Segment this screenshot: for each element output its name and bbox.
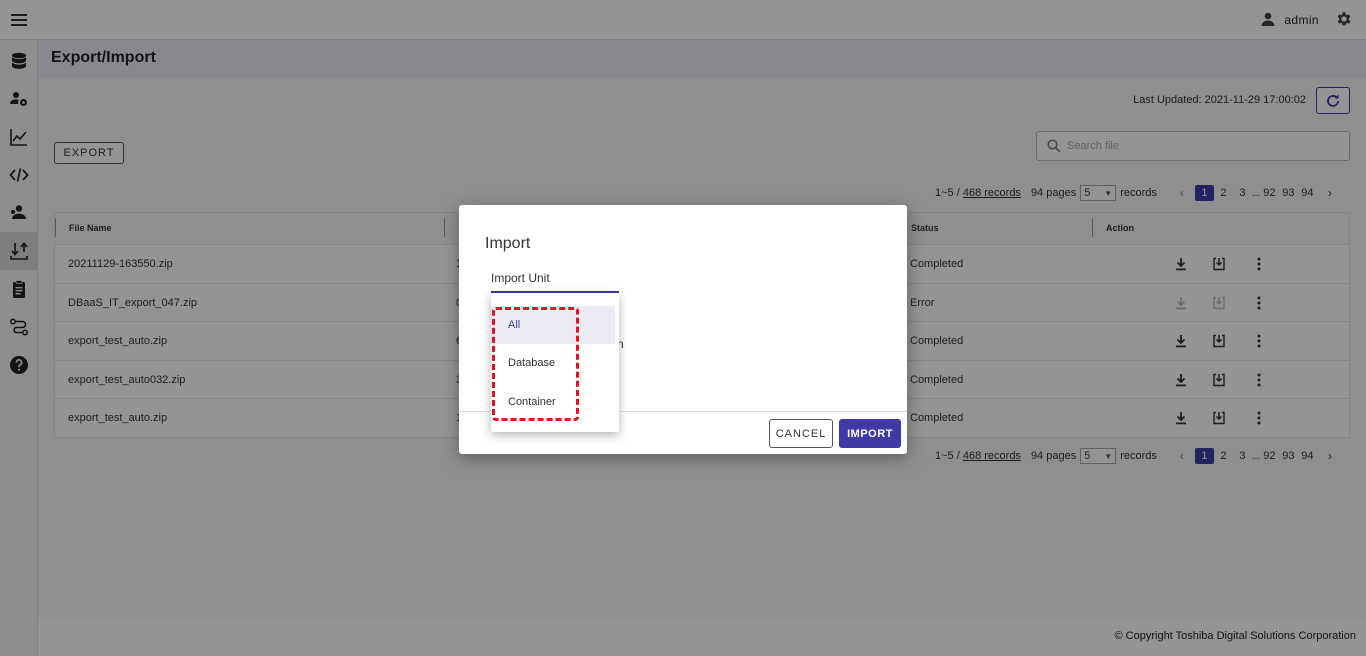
dialog-title: Import [485, 235, 531, 252]
import-button[interactable]: IMPORT [839, 419, 901, 448]
cancel-button[interactable]: CANCEL [769, 419, 833, 448]
import-unit-label: Import Unit [491, 271, 550, 285]
highlight-box [492, 307, 579, 421]
